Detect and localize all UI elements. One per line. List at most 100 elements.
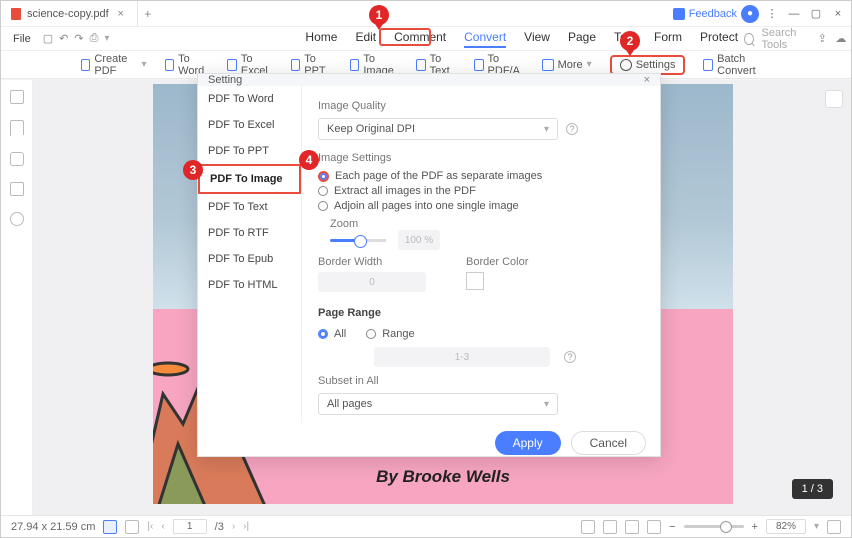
side-pdf-to-html[interactable]: PDF To HTML: [198, 272, 301, 298]
border-color-heading: Border Color: [466, 256, 528, 268]
radio-icon: [318, 186, 328, 196]
thumbnails-icon[interactable]: [10, 90, 24, 104]
search-placeholder[interactable]: Search Tools: [762, 27, 809, 51]
document-tab[interactable]: science-copy.pdf ×: [1, 1, 138, 26]
page-thumbnails-toggle[interactable]: [825, 90, 843, 108]
range-input[interactable]: 1-3: [374, 347, 550, 367]
page-range-heading: Page Range: [318, 307, 644, 319]
zoom-slider[interactable]: [684, 525, 744, 528]
range-all-label: All: [334, 328, 346, 340]
menu-page[interactable]: Page: [568, 30, 596, 48]
range-all[interactable]: All: [318, 328, 346, 340]
apply-button[interactable]: Apply: [495, 431, 561, 455]
fit-page-icon[interactable]: [581, 520, 595, 534]
zoom-slider[interactable]: [330, 239, 386, 242]
range-custom[interactable]: Range: [366, 328, 414, 340]
zoom-out-icon[interactable]: −: [669, 521, 675, 533]
next-page-icon[interactable]: ›: [232, 521, 235, 532]
user-avatar[interactable]: ●: [741, 5, 759, 23]
image-quality-dropdown[interactable]: Keep Original DPI ▾: [318, 118, 558, 140]
close-window-button[interactable]: ×: [829, 7, 847, 21]
search-icon: [744, 33, 753, 45]
help-icon[interactable]: ?: [564, 351, 576, 363]
border-width-input[interactable]: 0: [318, 272, 426, 292]
close-tab-icon[interactable]: ×: [115, 8, 127, 20]
undo-icon[interactable]: ↶: [59, 32, 68, 46]
option-separate-images[interactable]: Each page of the PDF as separate images: [318, 170, 644, 182]
first-page-icon[interactable]: |‹: [147, 521, 153, 532]
menu-home[interactable]: Home: [305, 30, 337, 48]
dialog-sidebar: PDF To Word PDF To Excel PDF To PPT PDF …: [198, 86, 302, 423]
side-pdf-to-rtf[interactable]: PDF To RTF: [198, 220, 301, 246]
side-pdf-to-image[interactable]: PDF To Image: [198, 164, 301, 194]
page-indicator-badge: 1 / 3: [792, 479, 833, 499]
fit-width-icon[interactable]: [603, 520, 617, 534]
border-color-swatch[interactable]: [466, 272, 484, 290]
zoom-dropdown-icon[interactable]: ▾: [814, 521, 819, 532]
menu-comment[interactable]: Comment: [394, 30, 446, 48]
side-pdf-to-excel[interactable]: PDF To Excel: [198, 112, 301, 138]
menu-protect[interactable]: Protect: [700, 30, 738, 48]
dialog-title: Setting: [208, 74, 242, 86]
chevron-down-icon: ▾: [544, 399, 549, 410]
maximize-button[interactable]: ▢: [807, 7, 825, 21]
image-quality-heading: Image Quality: [318, 100, 644, 112]
dialog-close-icon[interactable]: ×: [644, 74, 650, 86]
main-menu: Home Edit Comment Convert View Page Tool…: [305, 30, 738, 48]
file-menu[interactable]: File: [7, 33, 37, 45]
minimize-button[interactable]: —: [785, 7, 803, 21]
side-pdf-to-word[interactable]: PDF To Word: [198, 86, 301, 112]
last-page-icon[interactable]: ›|: [243, 521, 249, 532]
cloud-icon[interactable]: ☁: [835, 32, 846, 46]
print-icon[interactable]: ⎙: [90, 32, 99, 46]
qat-dropdown-icon[interactable]: ▾: [104, 32, 109, 46]
single-page-icon[interactable]: [625, 520, 639, 534]
side-pdf-to-ppt[interactable]: PDF To PPT: [198, 138, 301, 164]
new-tab-button[interactable]: +: [138, 7, 158, 21]
share-icon[interactable]: ⇪: [817, 32, 827, 46]
attachments-icon[interactable]: [10, 182, 24, 196]
pdf-icon: [11, 8, 21, 20]
subset-heading: Subset in All: [318, 375, 644, 387]
menu-form[interactable]: Form: [654, 30, 682, 48]
tab-title: science-copy.pdf: [27, 8, 109, 20]
side-pdf-to-epub[interactable]: PDF To Epub: [198, 246, 301, 272]
side-pdf-to-text[interactable]: PDF To Text: [198, 194, 301, 220]
menu-edit[interactable]: Edit: [355, 30, 376, 48]
comments-icon[interactable]: [10, 152, 24, 166]
menu-convert[interactable]: Convert: [464, 30, 506, 48]
save-icon[interactable]: ▢: [43, 32, 53, 46]
menu-view[interactable]: View: [524, 30, 550, 48]
hand-tool-icon[interactable]: [103, 520, 117, 534]
zoom-in-icon[interactable]: +: [752, 521, 758, 533]
zoom-value[interactable]: 82%: [766, 519, 806, 534]
batch-convert-button[interactable]: Batch Convert: [703, 53, 771, 77]
feedback-link[interactable]: Feedback: [673, 8, 737, 20]
prev-page-icon[interactable]: ‹: [161, 521, 164, 532]
radio-icon: [318, 171, 329, 182]
option-adjoin-pages[interactable]: Adjoin all pages into one single image: [318, 200, 644, 212]
create-pdf-button[interactable]: Create PDF▾: [81, 53, 147, 77]
more-button[interactable]: More▾: [542, 59, 592, 71]
bookmark-icon[interactable]: [10, 120, 24, 136]
subset-dropdown[interactable]: All pages ▾: [318, 393, 558, 415]
redo-icon[interactable]: ↷: [74, 32, 83, 46]
cancel-button[interactable]: Cancel: [571, 431, 646, 455]
word-icon: [165, 59, 175, 71]
option-extract-images[interactable]: Extract all images in the PDF: [318, 185, 644, 197]
excel-icon: [227, 59, 237, 71]
callout-2: 2: [620, 31, 640, 51]
zoom-value-box[interactable]: 100 %: [398, 230, 440, 250]
select-tool-icon[interactable]: [125, 520, 139, 534]
page-number-input[interactable]: 1: [173, 519, 207, 534]
settings-button[interactable]: Settings: [610, 55, 686, 75]
radio-icon: [318, 329, 328, 339]
settings-dialog: Setting × PDF To Word PDF To Excel PDF T…: [197, 73, 661, 457]
kebab-menu-icon[interactable]: ⋮: [763, 7, 781, 21]
search-panel-icon[interactable]: [10, 212, 24, 226]
page-dimensions: 27.94 x 21.59 cm: [11, 521, 95, 533]
continuous-icon[interactable]: [647, 520, 661, 534]
help-icon[interactable]: ?: [566, 123, 578, 135]
create-icon: [81, 59, 90, 71]
fullscreen-icon[interactable]: [827, 520, 841, 534]
